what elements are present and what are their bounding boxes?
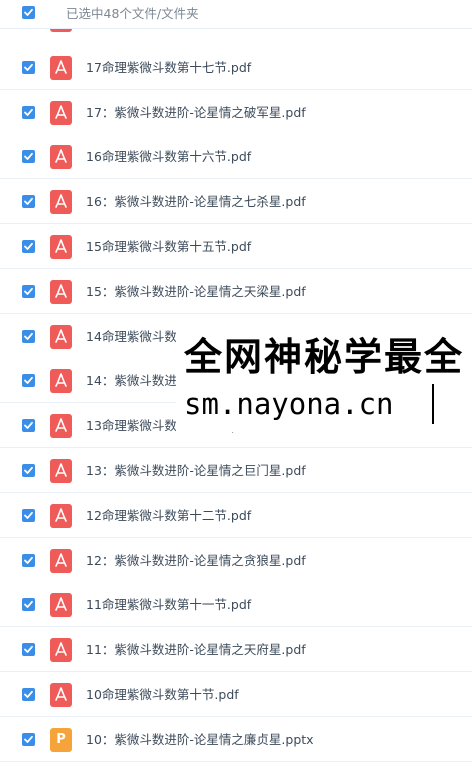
file-name[interactable]: 12命理紫微斗数第十二节.pdf: [86, 507, 251, 525]
checkmark-icon: [24, 152, 33, 160]
file-checkbox[interactable]: [22, 598, 35, 611]
pdf-acrobat-glyph-icon: [55, 105, 67, 119]
pdf-acrobat-glyph-icon: [55, 239, 67, 253]
pdf-acrobat-glyph-icon: [55, 329, 67, 343]
checkmark-icon: [24, 466, 33, 474]
selection-header: 已选中48个文件/文件夹: [0, 0, 472, 29]
file-checkbox[interactable]: [22, 688, 35, 701]
pdf-file-icon: [50, 369, 72, 393]
file-checkbox[interactable]: [22, 285, 35, 298]
file-checkbox[interactable]: [22, 374, 35, 387]
selection-count-text: 已选中48个文件/文件夹: [66, 6, 199, 21]
file-name[interactable]: 17命理紫微斗数第十七节.pdf: [86, 59, 251, 77]
file-name[interactable]: 10命理紫微斗数第十节.pdf: [86, 686, 239, 704]
checkmark-icon: [24, 645, 33, 653]
file-checkbox[interactable]: [22, 554, 35, 567]
watermark-title: 全网神秘学最全: [184, 335, 465, 379]
file-name[interactable]: 16：紫微斗数进阶-论星情之七杀星.pdf: [86, 193, 306, 211]
file-name[interactable]: 10：紫微斗数进阶-论星情之廉贞星.pptx: [86, 731, 314, 749]
pdf-file-icon: [50, 325, 72, 349]
pdf-file-icon: [50, 593, 72, 617]
file-checkbox[interactable]: [22, 419, 35, 432]
file-checkbox[interactable]: [22, 509, 35, 522]
file-row[interactable]: 16：紫微斗数进阶-论星情之七杀星.pdf: [0, 179, 472, 224]
checkmark-icon: [24, 197, 33, 205]
checkmark-icon: [24, 600, 33, 608]
checkmark-icon: [24, 332, 33, 340]
file-row[interactable]: 10命理紫微斗数第十节.pdf: [0, 672, 472, 717]
file-name[interactable]: 13：紫微斗数进阶-论星情之巨门星.pdf: [86, 462, 306, 480]
file-row[interactable]: 15命理紫微斗数第十五节.pdf: [0, 224, 472, 269]
pdf-acrobat-glyph-icon: [55, 418, 67, 432]
checkmark-icon: [24, 287, 33, 295]
file-checkbox[interactable]: [22, 464, 35, 477]
file-checkbox[interactable]: [22, 106, 35, 119]
watermark-url: sm.nayona.cn: [184, 387, 394, 421]
pdf-acrobat-glyph-icon: [55, 463, 67, 477]
checkmark-icon: [24, 421, 33, 429]
checkmark-icon: [24, 376, 33, 384]
pdf-acrobat-glyph-icon: [55, 553, 67, 567]
file-name[interactable]: 17：紫微斗数进阶-论星情之破军星.pdf: [86, 104, 306, 122]
file-row[interactable]: 15：紫微斗数进阶-论星情之天梁星.pdf: [0, 269, 472, 314]
watermark-overlay: 全网神秘学最全 sm.nayona.cn: [176, 330, 472, 432]
file-row[interactable]: 17：紫微斗数进阶-论星情之破军星.pdf: [0, 90, 472, 135]
file-checkbox[interactable]: [22, 240, 35, 253]
select-all-checkbox[interactable]: [22, 6, 35, 19]
pdf-acrobat-glyph-icon: [55, 60, 67, 74]
file-checkbox[interactable]: [22, 61, 35, 74]
checkmark-icon: [24, 556, 33, 564]
file-row[interactable]: 12：紫微斗数进阶-论星情之贪狼星.pdf: [0, 538, 472, 583]
checkmark-icon: [24, 108, 33, 116]
pdf-acrobat-glyph-icon: [55, 597, 67, 611]
checkmark-icon: [24, 242, 33, 250]
pdf-file-icon: [50, 280, 72, 304]
pdf-file-icon: [50, 190, 72, 214]
checkmark-icon: [24, 63, 33, 71]
file-row[interactable]: 16命理紫微斗数第十六节.pdf: [0, 134, 472, 179]
checkmark-icon: [24, 511, 33, 519]
pdf-acrobat-glyph-icon: [55, 284, 67, 298]
file-name[interactable]: 15：紫微斗数进阶-论星情之天梁星.pdf: [86, 283, 306, 301]
pdf-file-icon: [50, 145, 72, 169]
pdf-file-icon: [50, 638, 72, 662]
pdf-file-icon: [50, 414, 72, 438]
pdf-file-icon: [50, 459, 72, 483]
checkmark-icon: [24, 735, 33, 743]
checkmark-icon: [24, 8, 33, 16]
file-name[interactable]: 12：紫微斗数进阶-论星情之贪狼星.pdf: [86, 552, 306, 570]
pdf-acrobat-glyph-icon: [55, 194, 67, 208]
file-row[interactable]: 11：紫微斗数进阶-论星情之天府星.pdf: [0, 627, 472, 672]
file-name[interactable]: 11命理紫微斗数第十一节.pdf: [86, 596, 251, 614]
file-row[interactable]: 12命理紫微斗数第十二节.pdf: [0, 493, 472, 538]
pdf-file-icon: [50, 504, 72, 528]
text-cursor: [432, 384, 434, 424]
pdf-file-icon: [50, 56, 72, 80]
pdf-acrobat-glyph-icon: [55, 508, 67, 522]
pdf-acrobat-glyph-icon: [55, 149, 67, 163]
pdf-acrobat-glyph-icon: [55, 687, 67, 701]
pdf-file-icon: [50, 549, 72, 573]
pdf-file-icon: [50, 235, 72, 259]
file-row[interactable]: 11命理紫微斗数第十一节.pdf: [0, 582, 472, 627]
file-checkbox[interactable]: [22, 733, 35, 746]
pdf-file-icon: [50, 101, 72, 125]
pdf-acrobat-glyph-icon: [55, 642, 67, 656]
file-row[interactable]: 13：紫微斗数进阶-论星情之巨门星.pdf: [0, 448, 472, 493]
pdf-file-icon: [50, 683, 72, 707]
checkmark-icon: [24, 690, 33, 698]
file-checkbox[interactable]: [22, 643, 35, 656]
pptx-letter-icon: P: [56, 732, 66, 747]
file-row[interactable]: 17命理紫微斗数第十七节.pdf: [0, 45, 472, 90]
file-checkbox[interactable]: [22, 150, 35, 163]
pdf-acrobat-glyph-icon: [55, 373, 67, 387]
file-checkbox[interactable]: [22, 330, 35, 343]
file-row[interactable]: P 10：紫微斗数进阶-论星情之廉贞星.pptx: [0, 717, 472, 762]
file-name[interactable]: 11：紫微斗数进阶-论星情之天府星.pdf: [86, 641, 306, 659]
file-name[interactable]: 15命理紫微斗数第十五节.pdf: [86, 238, 251, 256]
file-name[interactable]: 16命理紫微斗数第十六节.pdf: [86, 148, 251, 166]
pptx-file-icon: P: [50, 728, 72, 752]
file-checkbox[interactable]: [22, 195, 35, 208]
